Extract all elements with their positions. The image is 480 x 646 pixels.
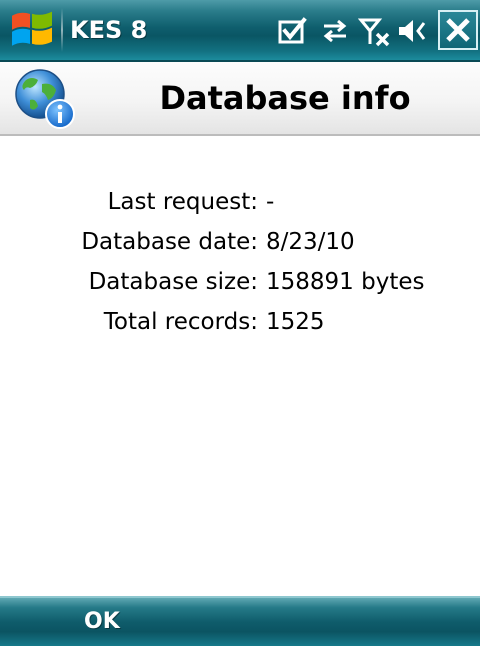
- info-label: Database date:: [81, 229, 258, 255]
- status-separator: [61, 8, 63, 52]
- windows-start-icon[interactable]: [4, 6, 58, 52]
- database-info-list: Last request: - Database date: 8/23/10 D…: [0, 182, 480, 342]
- info-row-database-size: Database size: 158891 bytes: [0, 262, 480, 302]
- info-row-last-request: Last request: -: [0, 182, 480, 222]
- info-row-database-date: Database date: 8/23/10: [0, 222, 480, 262]
- page-header: Database info: [0, 62, 480, 136]
- status-bar: KES 8: [0, 0, 480, 62]
- info-value: 158891 bytes: [266, 269, 425, 295]
- ok-softkey-button[interactable]: OK: [0, 598, 240, 646]
- info-value: 1525: [266, 309, 325, 335]
- close-icon: [446, 18, 470, 42]
- close-button[interactable]: [438, 10, 478, 50]
- info-value: -: [266, 189, 275, 215]
- tasks-check-icon[interactable]: [276, 14, 310, 48]
- info-label: Last request:: [107, 189, 258, 215]
- app-title: KES 8: [70, 16, 148, 44]
- info-value: 8/23/10: [266, 229, 355, 255]
- speaker-icon[interactable]: [396, 14, 430, 48]
- info-label: Total records:: [103, 309, 258, 335]
- page-title: Database info: [159, 79, 411, 117]
- info-row-total-records: Total records: 1525: [0, 302, 480, 342]
- connectivity-arrows-icon[interactable]: [318, 14, 352, 48]
- softkey-bar: OK: [0, 596, 480, 646]
- signal-off-icon[interactable]: [357, 14, 392, 48]
- info-label: Database size:: [88, 269, 258, 295]
- screen: KES 8 Database info Last request: - Data…: [0, 0, 480, 646]
- globe-info-icon: [12, 68, 78, 130]
- ok-softkey-label: OK: [84, 609, 120, 634]
